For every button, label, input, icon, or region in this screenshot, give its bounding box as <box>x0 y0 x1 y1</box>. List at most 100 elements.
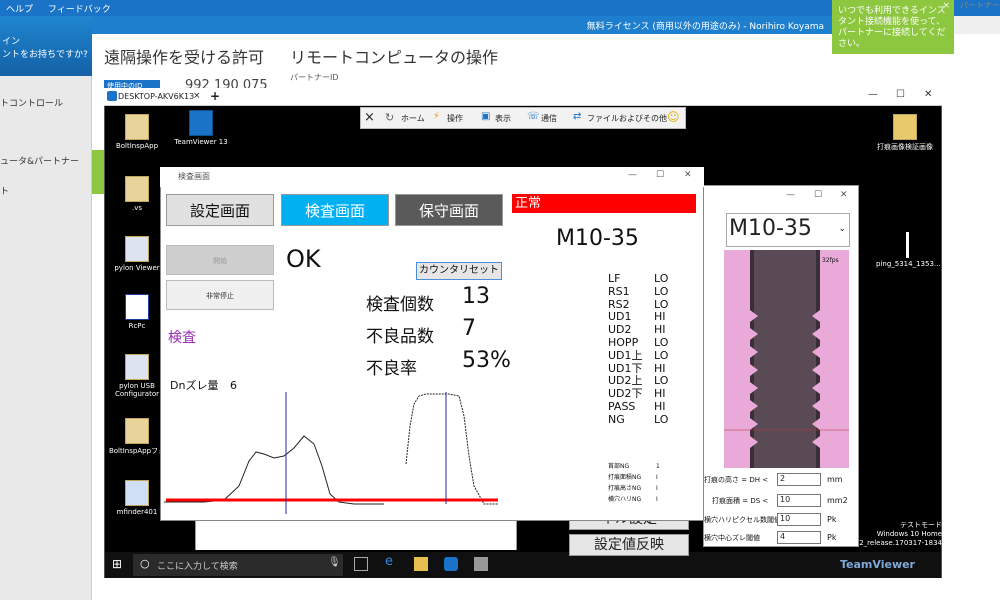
defect-rate-value: 53% <box>462 348 511 373</box>
sidebar-item-computers-partners[interactable]: ュータ&パートナー <box>0 154 79 167</box>
desktop-icon-vs[interactable]: .vs <box>106 176 168 212</box>
new-tab-icon[interactable]: + <box>210 89 220 103</box>
taskbar-search[interactable]: ここに入力して検索 <box>133 554 343 576</box>
teamviewer-icon <box>189 110 213 136</box>
sidebar-item-remote-control[interactable]: トコントロール <box>0 96 63 109</box>
smiley-icon[interactable]: ☺ <box>667 110 680 124</box>
start-button[interactable]: 開始 <box>166 245 274 275</box>
cam-close-icon[interactable]: ✕ <box>840 190 848 200</box>
signal-name: UD2 <box>608 323 632 337</box>
windows-start-icon[interactable]: ⊞ <box>112 557 122 571</box>
search-circle-icon: ○ <box>140 557 150 570</box>
camera-model-select[interactable]: M10-35 ⌄ <box>726 213 850 247</box>
tab-close-icon[interactable]: × <box>193 91 201 101</box>
emergency-stop-button[interactable]: 非常停止 <box>166 280 274 310</box>
license-bar: 無料ライセンス (商用以外の用途のみ) - Norihiro Koyama <box>92 16 832 34</box>
desktop-icon-pylon-usb[interactable]: pylon USB Configurator <box>106 354 168 398</box>
dent-area-input[interactable]: 10 <box>777 494 821 507</box>
ng-count-value: 1 <box>656 463 660 470</box>
toolbar-communicate[interactable]: 通信 <box>541 113 557 124</box>
cam-minimize-icon[interactable]: — <box>786 190 795 200</box>
instant-connect-toast[interactable]: いつでも利用できるインスタント接続機能を使って、パートナーに接続してください。 … <box>832 0 954 54</box>
signal-name: UD1上 <box>608 348 643 362</box>
ng-count-label: 打痕高さNG <box>608 485 642 492</box>
remote-tab-title: DESKTOP-AKV6K13 <box>118 92 195 101</box>
cam-maximize-icon[interactable]: ☐ <box>814 190 822 200</box>
desktop-icon-boltinspapp-folder[interactable]: BoltInspAppフォ <box>106 418 168 456</box>
inspection-window-title: 検査画面 <box>178 172 210 181</box>
camera-fps: 32fps <box>822 257 839 264</box>
partner-id-input[interactable]: パートナー <box>960 0 1000 12</box>
ng-count-value: I <box>656 474 658 481</box>
signal-name: UD1下 <box>608 361 643 375</box>
inspection-screen-button[interactable]: 検査画面 <box>281 194 389 226</box>
signal-name: LF <box>608 272 621 285</box>
ng-count-value: I <box>656 485 658 492</box>
inspected-count-value: 13 <box>462 284 490 309</box>
sidebar-item-other[interactable]: ト <box>0 184 9 197</box>
insp-minimize-icon[interactable]: — <box>628 170 637 180</box>
profile-graph <box>164 392 498 514</box>
desktop-icon-boltinspapp[interactable]: BoltInspApp <box>106 114 168 150</box>
signal-state: HI <box>654 387 666 401</box>
signal-name: UD2上 <box>608 374 643 388</box>
desktop-icon-ping-file[interactable]: ping_5314_1353... <box>876 232 941 268</box>
signal-name: RS2 <box>608 297 630 311</box>
signal-name: RS1 <box>608 284 630 298</box>
ng-count-label: 打痕面積NG <box>608 474 642 481</box>
counter-reset-button[interactable]: カウンタリセット <box>416 262 502 280</box>
signal-state: HI <box>654 361 666 375</box>
teamviewer-taskbar-icon[interactable] <box>444 557 458 571</box>
desktop-icon-teamviewer[interactable]: TeamViewer 13 <box>170 110 232 146</box>
close-window-icon[interactable]: ✕ <box>924 89 932 100</box>
remote-tab[interactable]: DESKTOP-AKV6K13 <box>118 90 204 105</box>
monitor-icon: ▣ <box>481 111 491 122</box>
toolbar-home[interactable]: ホーム <box>401 113 425 124</box>
end-session-icon[interactable]: × <box>364 110 375 125</box>
ng-count-value: I <box>656 496 658 503</box>
minimize-icon[interactable]: — <box>868 89 878 100</box>
folder-icon <box>893 114 917 140</box>
insp-maximize-icon[interactable]: ☐ <box>656 170 664 180</box>
apply-settings-button[interactable]: 設定値反映 <box>569 534 689 556</box>
partner-id-label: パートナーID <box>290 73 339 82</box>
settings-screen-button[interactable]: 設定画面 <box>166 194 274 226</box>
maximize-icon[interactable]: ☐ <box>896 89 905 100</box>
camera-app-icon <box>125 236 149 262</box>
explorer-icon[interactable] <box>414 557 428 571</box>
app-taskbar-icon[interactable] <box>474 557 488 571</box>
menu-help[interactable]: ヘルプ <box>0 0 39 17</box>
task-view-icon[interactable] <box>354 557 368 571</box>
dent-height-input[interactable]: 2 <box>777 473 821 486</box>
toolbar-files[interactable]: ファイルおよびその他 <box>587 113 667 124</box>
signal-name: PASS <box>608 400 636 413</box>
dent-height-unit: mm <box>827 475 843 484</box>
hole-center-threshold-input[interactable]: 4 <box>777 531 821 544</box>
home-icon[interactable]: ↻ <box>385 111 394 124</box>
toolbar-view[interactable]: 表示 <box>495 113 511 124</box>
desktop-icon-mfinder[interactable]: mfinder401 <box>106 480 168 516</box>
mfinder-icon <box>125 480 149 506</box>
edge-icon[interactable]: e <box>385 554 399 569</box>
mode-label: 検査 <box>168 330 196 346</box>
toolbar-actions[interactable]: 操作 <box>447 113 463 124</box>
sidebar-signin-banner[interactable]: イン ントをお持ちですか? <box>0 16 92 76</box>
desktop-icon-dent-images[interactable]: 打痕画像検証画像 <box>874 114 936 152</box>
signal-name: NG <box>608 412 625 426</box>
desktop-icon-rcpc[interactable]: RcPc <box>106 294 168 330</box>
microphone-icon[interactable]: 🎙 <box>328 557 341 568</box>
insp-close-icon[interactable]: ✕ <box>684 170 692 180</box>
toast-close-icon[interactable]: × <box>942 1 950 12</box>
inspection-result: OK <box>286 245 321 273</box>
ng-count-label: 首部NG <box>608 463 630 470</box>
rcpc-icon <box>125 294 149 320</box>
hole-pixel-threshold-input[interactable]: 10 <box>777 513 821 526</box>
taskbar-search-text: ここに入力して検索 <box>157 562 238 572</box>
signal-state: LO <box>654 297 669 311</box>
maintenance-screen-button[interactable]: 保守画面 <box>395 194 503 226</box>
menu-feedback[interactable]: フィードバック <box>42 0 117 17</box>
signin-title: イン <box>2 37 21 47</box>
desktop-icon-pylon-viewer[interactable]: pylon Viewer <box>106 236 168 272</box>
inspection-titlebar: 検査画面 <box>160 167 704 187</box>
dent-area-label: 打痕面積 = DS < <box>712 497 769 505</box>
